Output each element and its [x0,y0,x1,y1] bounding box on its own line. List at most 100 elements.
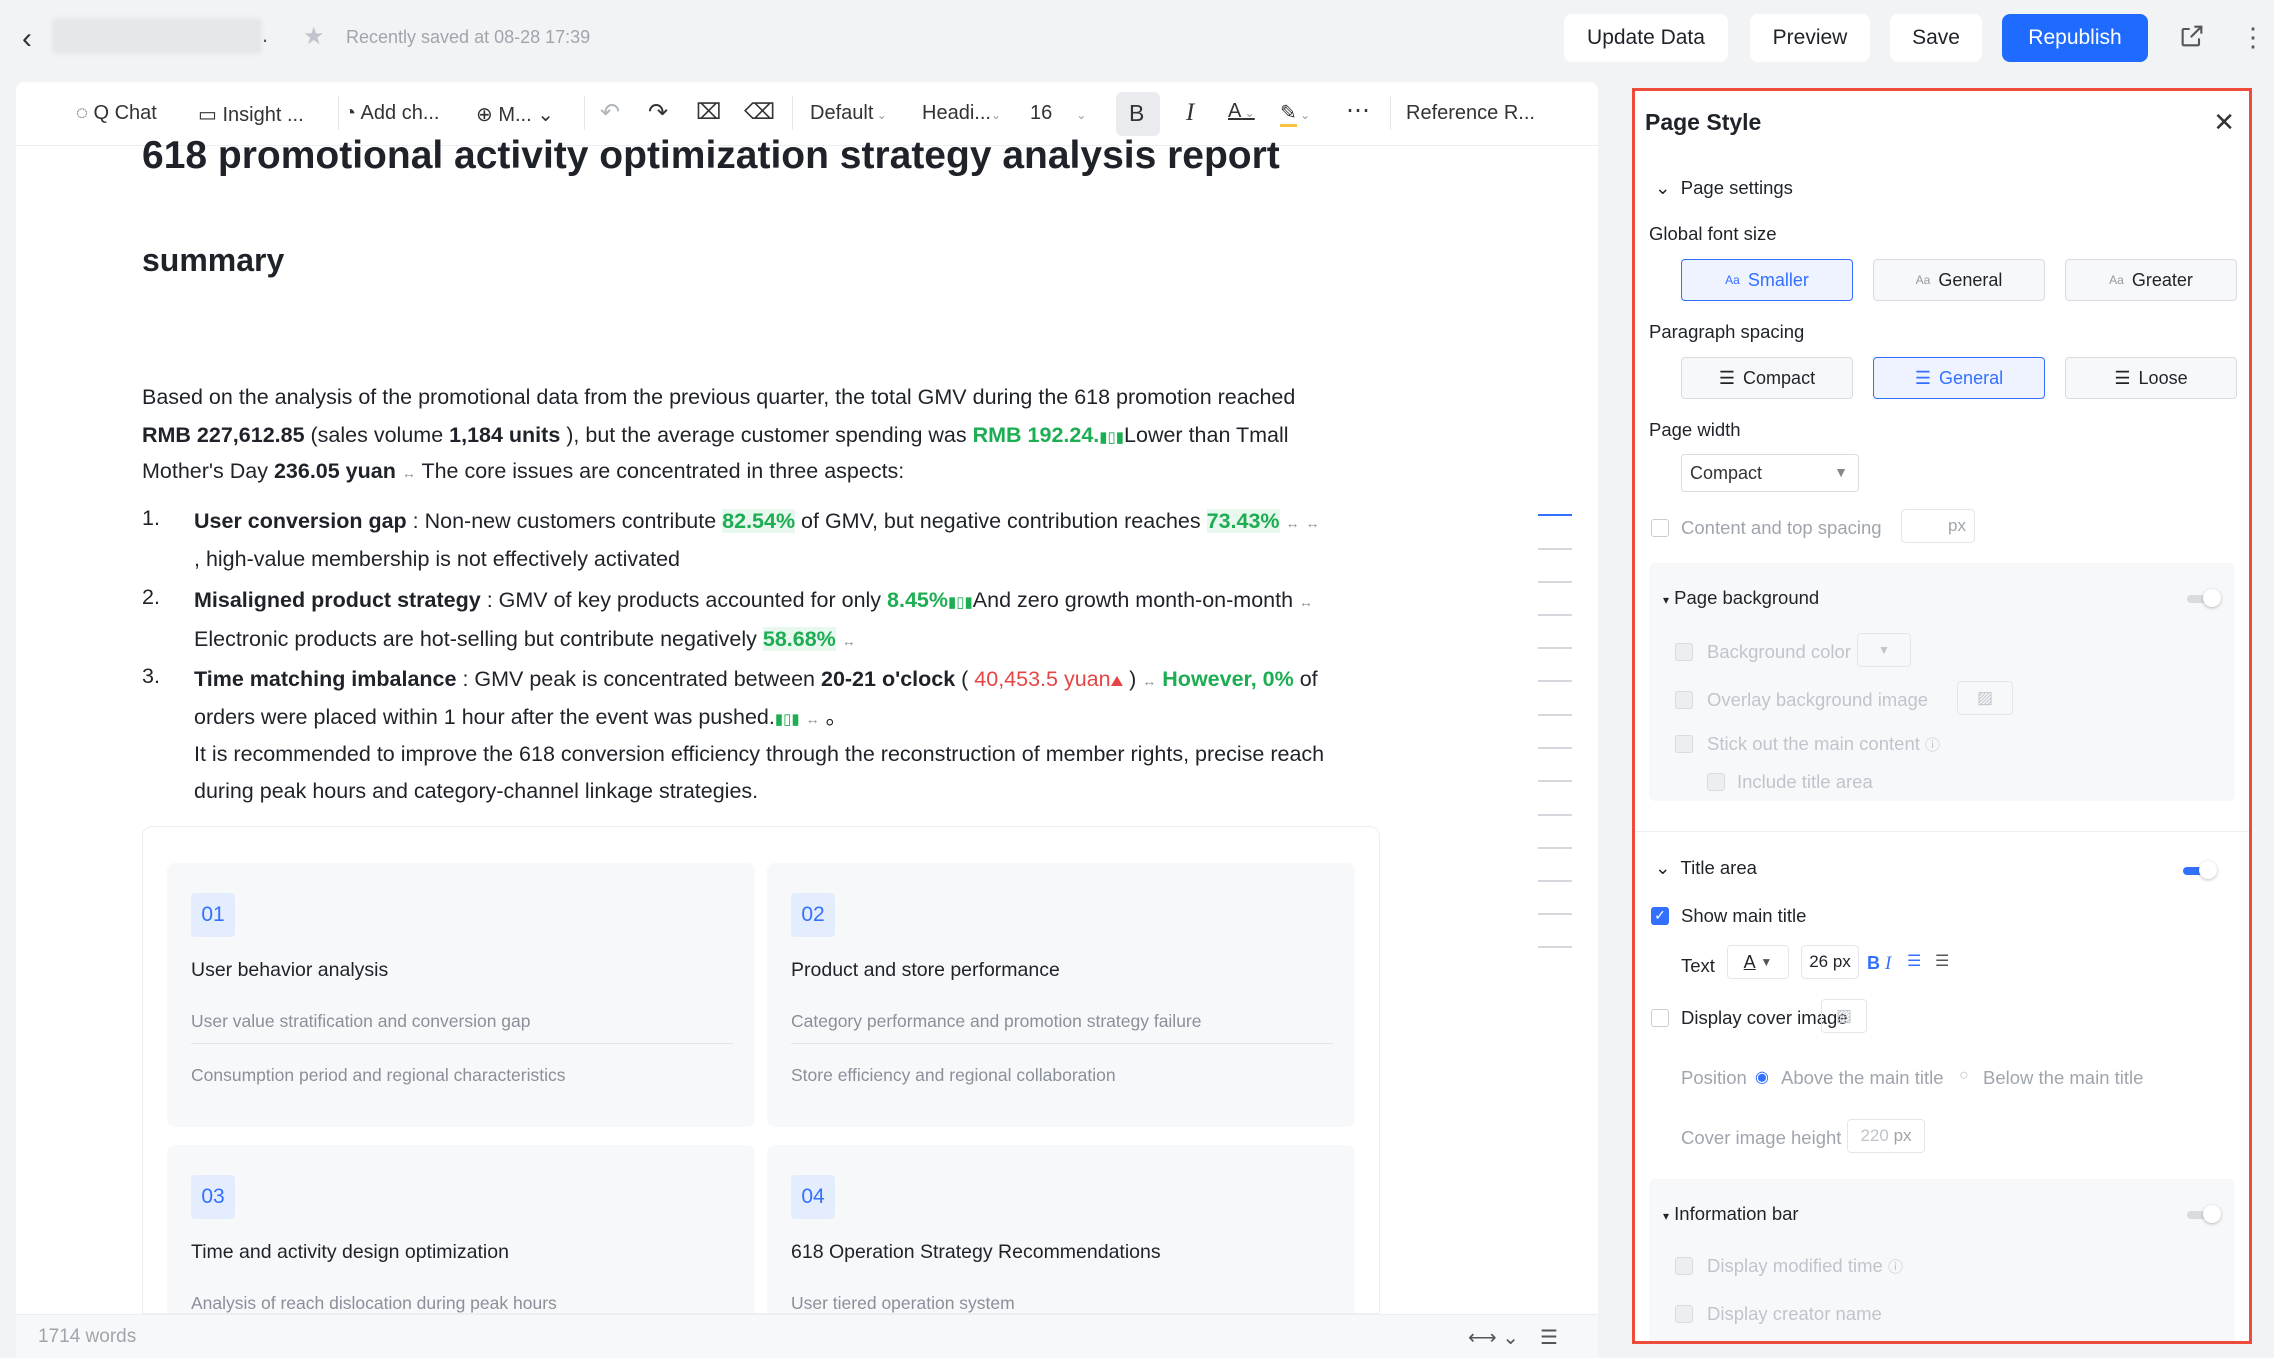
card-item[interactable]: User tiered operation system [791,1293,1015,1313]
outline-marker[interactable] [1538,780,1572,782]
page-width-select[interactable]: Compact ▼ [1681,454,1859,492]
more-horizontal-icon[interactable]: ⋯ [1346,96,1370,125]
outline-toggle-icon[interactable]: ☰ [1540,1325,1558,1350]
outline-marker[interactable] [1538,747,1572,749]
eraser-icon[interactable]: ⌫ [744,99,775,125]
add-chart-button[interactable]: ◔ Add ch... [344,102,439,125]
star-icon[interactable]: ★ [303,22,325,51]
card-item[interactable]: Store efficiency and regional collaborat… [791,1065,1116,1086]
republish-button[interactable]: Republish [2002,14,2148,62]
avg-spending-value: RMB 192.24. [972,423,1100,447]
include-title-checkbox [1707,773,1725,791]
page-background-section[interactable]: ▾ Page background [1663,587,1819,609]
format-painter-icon[interactable]: ⌧ [696,99,721,125]
close-icon[interactable]: ✕ [2213,107,2235,138]
information-bar-section[interactable]: ▾ Information bar [1663,1203,1799,1225]
show-main-title-checkbox[interactable]: ✓ [1651,907,1669,925]
caret-down-icon: ⌄ [1296,108,1311,122]
reference-button[interactable]: Reference R... [1406,102,1535,125]
insight-button[interactable]: ▭ Insight ... [198,102,304,127]
undo-icon[interactable]: ↶ [600,98,620,127]
link-icon[interactable]: ↔ [1142,673,1156,689]
cover-image-picker[interactable]: ▨ [1821,999,1867,1033]
preview-button[interactable]: Preview [1750,14,1870,62]
item-heading: User conversion gap [194,509,407,533]
card-item[interactable]: Consumption period and regional characte… [191,1065,566,1086]
card-item[interactable]: Analysis of reach dislocation during pea… [191,1293,557,1313]
toc-card[interactable]: 02 Product and store performance Categor… [767,863,1355,1127]
page-settings-section[interactable]: ⌄ Page settings [1655,177,1793,199]
outline-marker[interactable] [1538,847,1572,849]
display-cover-checkbox[interactable] [1651,1009,1669,1027]
spacing-loose[interactable]: ☰ Loose [2065,357,2237,399]
content-top-spacing-checkbox[interactable] [1651,519,1669,537]
title-area-toggle[interactable] [2183,861,2217,879]
card-number: 01 [191,893,235,937]
link-icon[interactable]: ↔ [842,633,856,649]
title-font-size-value: 26 [1809,952,1829,971]
outline-marker[interactable] [1538,647,1572,649]
highlight-button[interactable]: ✎ ⌄ [1280,100,1311,127]
bold-icon[interactable]: B [1867,953,1880,974]
outline-marker[interactable] [1538,946,1572,948]
outline-marker[interactable] [1538,880,1572,882]
back-arrow-icon[interactable]: ‹ [22,22,32,56]
page-width-icon[interactable]: ⟷ ⌄ [1468,1325,1519,1350]
title-font-size-input[interactable]: 26 px [1801,945,1859,979]
list-item: User conversion gap : Non-new customers … [194,506,1320,538]
radio-below[interactable]: ○ [1959,1067,1969,1085]
italic-button[interactable]: I [1186,99,1194,127]
outline-marker-active[interactable] [1538,514,1572,516]
information-bar-toggle[interactable] [2187,1205,2221,1223]
update-data-button[interactable]: Update Data [1564,14,1728,62]
line-spacing-icon: ☰ [2114,367,2131,388]
redo-icon[interactable]: ↷ [648,98,668,127]
bold-button[interactable]: B [1129,100,1144,127]
outline-marker[interactable] [1538,814,1572,816]
link-icon[interactable]: ↔ [1286,515,1300,531]
stick-out-label: Stick out the main content ⓘ [1707,733,1940,755]
font-size-dropdown[interactable]: 16 ⌄ [1030,102,1086,125]
link-icon[interactable]: ↔ [806,711,820,727]
outline-marker[interactable] [1538,680,1572,682]
outline-marker[interactable] [1538,913,1572,915]
item-text: 。 [819,705,848,729]
font-size-smaller[interactable]: Aa Smaller [1681,259,1853,301]
more-vertical-icon[interactable]: ⋮ [2240,22,2266,53]
caret-down-icon: ⌄ [1241,106,1255,120]
title-color-picker[interactable]: A ▼ [1727,945,1789,979]
card-item[interactable]: User value stratification and conversion… [191,1011,531,1032]
cover-height-input[interactable]: 220 px [1847,1119,1925,1153]
content-top-spacing-input[interactable]: px [1901,509,1975,543]
outline-marker[interactable] [1538,581,1572,583]
save-button[interactable]: Save [1890,14,1982,62]
card-item[interactable]: Category performance and promotion strat… [791,1011,1202,1032]
paragraph-style-dropdown[interactable]: Default ⌄ [810,102,887,125]
toc-card[interactable]: 01 User behavior analysis User value str… [167,863,755,1127]
item-text: : Non-new customers contribute [406,509,723,533]
font-size-general[interactable]: Aa General [1873,259,2045,301]
outline-marker[interactable] [1538,548,1572,550]
font-size-greater[interactable]: Aa Greater [2065,259,2237,301]
title-area-section[interactable]: ⌄ Title area [1655,857,1757,879]
chat-button[interactable]: ◌ Q Chat [76,102,157,125]
chat-icon: ◌ [76,102,88,124]
heading-dropdown[interactable]: Headi...⌄ [922,102,1001,125]
link-icon[interactable]: ↔ [1299,594,1313,610]
toc-card[interactable]: 03 Time and activity design optimization… [167,1145,755,1313]
link-icon[interactable]: ↔ [402,465,416,481]
page-background-toggle[interactable] [2187,589,2221,607]
italic-icon[interactable]: I [1885,953,1891,975]
radio-above-selected[interactable]: ◉ [1755,1067,1769,1087]
spacing-general[interactable]: ☰ General [1873,357,2045,399]
open-external-icon[interactable] [2178,22,2206,57]
outline-marker[interactable] [1538,614,1572,616]
align-center-icon[interactable]: ☰ [1935,951,1949,971]
toc-card[interactable]: 04 618 Operation Strategy Recommendation… [767,1145,1355,1313]
more-insert-button[interactable]: ⊕ M... ⌄ [476,102,554,127]
spacing-compact[interactable]: ☰ Compact [1681,357,1853,399]
font-color-button[interactable]: A ⌄ [1228,100,1255,123]
align-left-icon[interactable]: ☰ [1907,951,1921,971]
link-icon[interactable]: ↔ [1306,515,1320,531]
outline-marker[interactable] [1538,714,1572,716]
